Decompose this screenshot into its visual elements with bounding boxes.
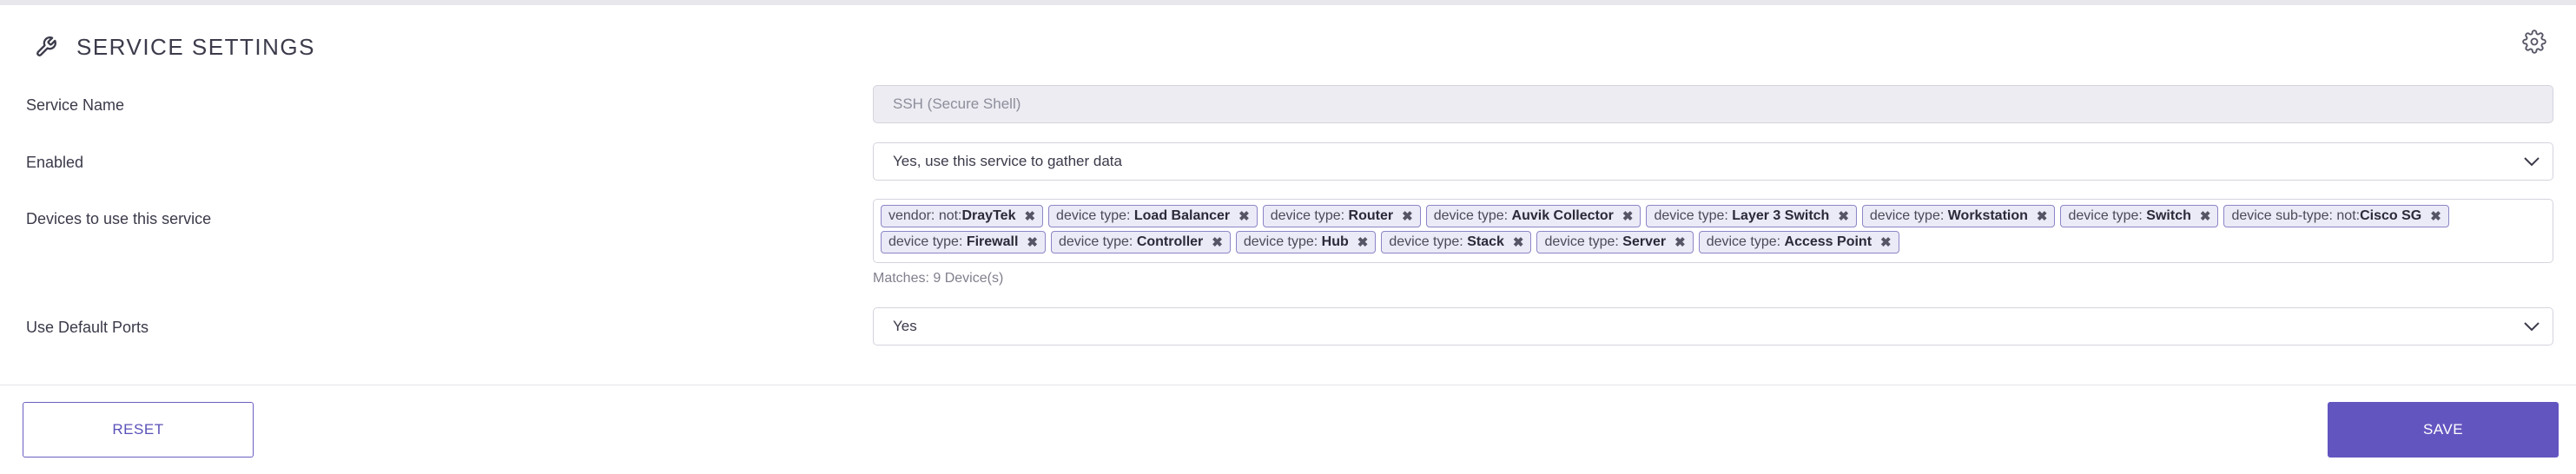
remove-tag-icon[interactable]: ✖ [1357,234,1369,250]
default-ports-value: Yes [893,318,917,334]
remove-tag-icon[interactable]: ✖ [1238,208,1250,224]
device-filter-tag: device type: Controller ✖ [1050,231,1231,253]
chevron-down-icon [2524,322,2540,332]
tag-prefix: device type: [888,234,967,249]
devices-tag-input[interactable]: vendor: not: DrayTek ✖ device type: Load Ba… [873,199,2553,263]
tag-value: Firewall [966,234,1019,249]
reset-button[interactable]: RESET [23,402,254,458]
chevron-down-icon [2524,157,2540,167]
device-filter-tag: device type: Layer 3 Switch ✖ [1646,205,1857,227]
device-filter-tag: device type: Router ✖ [1262,205,1421,227]
device-filter-tag: device type: Stack ✖ [1381,231,1532,253]
tag-prefix: device type: [1056,208,1134,223]
tag-prefix: vendor: not: [888,208,962,223]
remove-tag-icon[interactable]: ✖ [1212,234,1223,250]
tag-prefix: device type: [1544,234,1623,249]
tag-value: Workstation [1947,208,2028,223]
service-name-label: Service Name [26,96,125,114]
enabled-select[interactable]: Yes, use this service to gather data [873,142,2553,181]
device-filter-tag: device type: Firewall ✖ [881,231,1046,253]
device-filter-tag: device type: Switch ✖ [2060,205,2219,227]
enabled-label: Enabled [26,154,84,171]
remove-tag-icon[interactable]: ✖ [2037,208,2048,224]
remove-tag-icon[interactable]: ✖ [1880,234,1892,250]
device-filter-tag: device type: Hub ✖ [1235,231,1377,253]
tag-value: Hub [1321,234,1349,249]
tag-value: Server [1622,234,1667,249]
tag-prefix: device type: [1389,234,1468,249]
service-name-field: SSH (Secure Shell) [873,85,2553,123]
tag-prefix: device type: [1433,208,1512,223]
tag-value: Auvik Collector [1511,208,1614,223]
save-button[interactable]: SAVE [2328,402,2559,458]
tag-prefix: device type: [1654,208,1733,223]
tag-value: Layer 3 Switch [1732,208,1830,223]
device-filter-tag: device type: Workstation ✖ [1861,205,2056,227]
tag-prefix: device type: [1058,234,1137,249]
device-filter-tag: device sub-type: not: Cisco SG ✖ [2223,205,2449,227]
enabled-value: Yes, use this service to gather data [893,153,1122,169]
remove-tag-icon[interactable]: ✖ [1027,234,1038,250]
page-title: SERVICE SETTINGS [76,33,315,60]
gear-icon[interactable] [2522,30,2546,54]
devices-label: Devices to use this service [26,210,212,227]
remove-tag-icon[interactable]: ✖ [1513,234,1524,250]
tag-prefix: device type: [1243,234,1322,249]
tag-prefix: device sub-type: not: [2231,208,2361,223]
matches-count: Matches: 9 Device(s) [873,271,1004,286]
section-header: SERVICE SETTINGS [33,30,315,64]
remove-tag-icon[interactable]: ✖ [1838,208,1849,224]
tag-prefix: device type: [2068,208,2147,223]
remove-tag-icon[interactable]: ✖ [2430,208,2441,224]
remove-tag-icon[interactable]: ✖ [1024,208,1035,224]
remove-tag-icon[interactable]: ✖ [1402,208,1413,224]
tag-value: Cisco SG [2360,208,2422,223]
tag-value: Stack [1467,234,1504,249]
default-ports-select[interactable]: Yes [873,307,2553,346]
tag-value: Load Balancer [1133,208,1231,223]
device-filter-tag: device type: Server ✖ [1536,231,1694,253]
tag-value: Controller [1136,234,1204,249]
tag-value: Switch [2146,208,2191,223]
device-filter-tag: device type: Access Point ✖ [1698,231,1899,253]
tag-prefix: device type: [1869,208,1948,223]
remove-tag-icon[interactable]: ✖ [1622,208,1634,224]
device-filter-tag: vendor: not: DrayTek ✖ [881,205,1044,227]
remove-tag-icon[interactable]: ✖ [2200,208,2211,224]
wrench-icon [33,34,59,60]
tag-prefix: device type: [1270,208,1349,223]
tag-value: Router [1348,208,1394,223]
default-ports-label: Use Default Ports [26,319,149,336]
service-name-value: SSH (Secure Shell) [893,95,1021,112]
top-bar [0,0,2576,5]
tag-value: Access Point [1784,234,1873,249]
remove-tag-icon[interactable]: ✖ [1674,234,1686,250]
device-filter-tag: device type: Auvik Collector ✖ [1425,205,1641,227]
device-filter-tag: device type: Load Balancer ✖ [1048,205,1258,227]
tag-value: DrayTek [961,208,1016,223]
tag-prefix: device type: [1706,234,1785,249]
